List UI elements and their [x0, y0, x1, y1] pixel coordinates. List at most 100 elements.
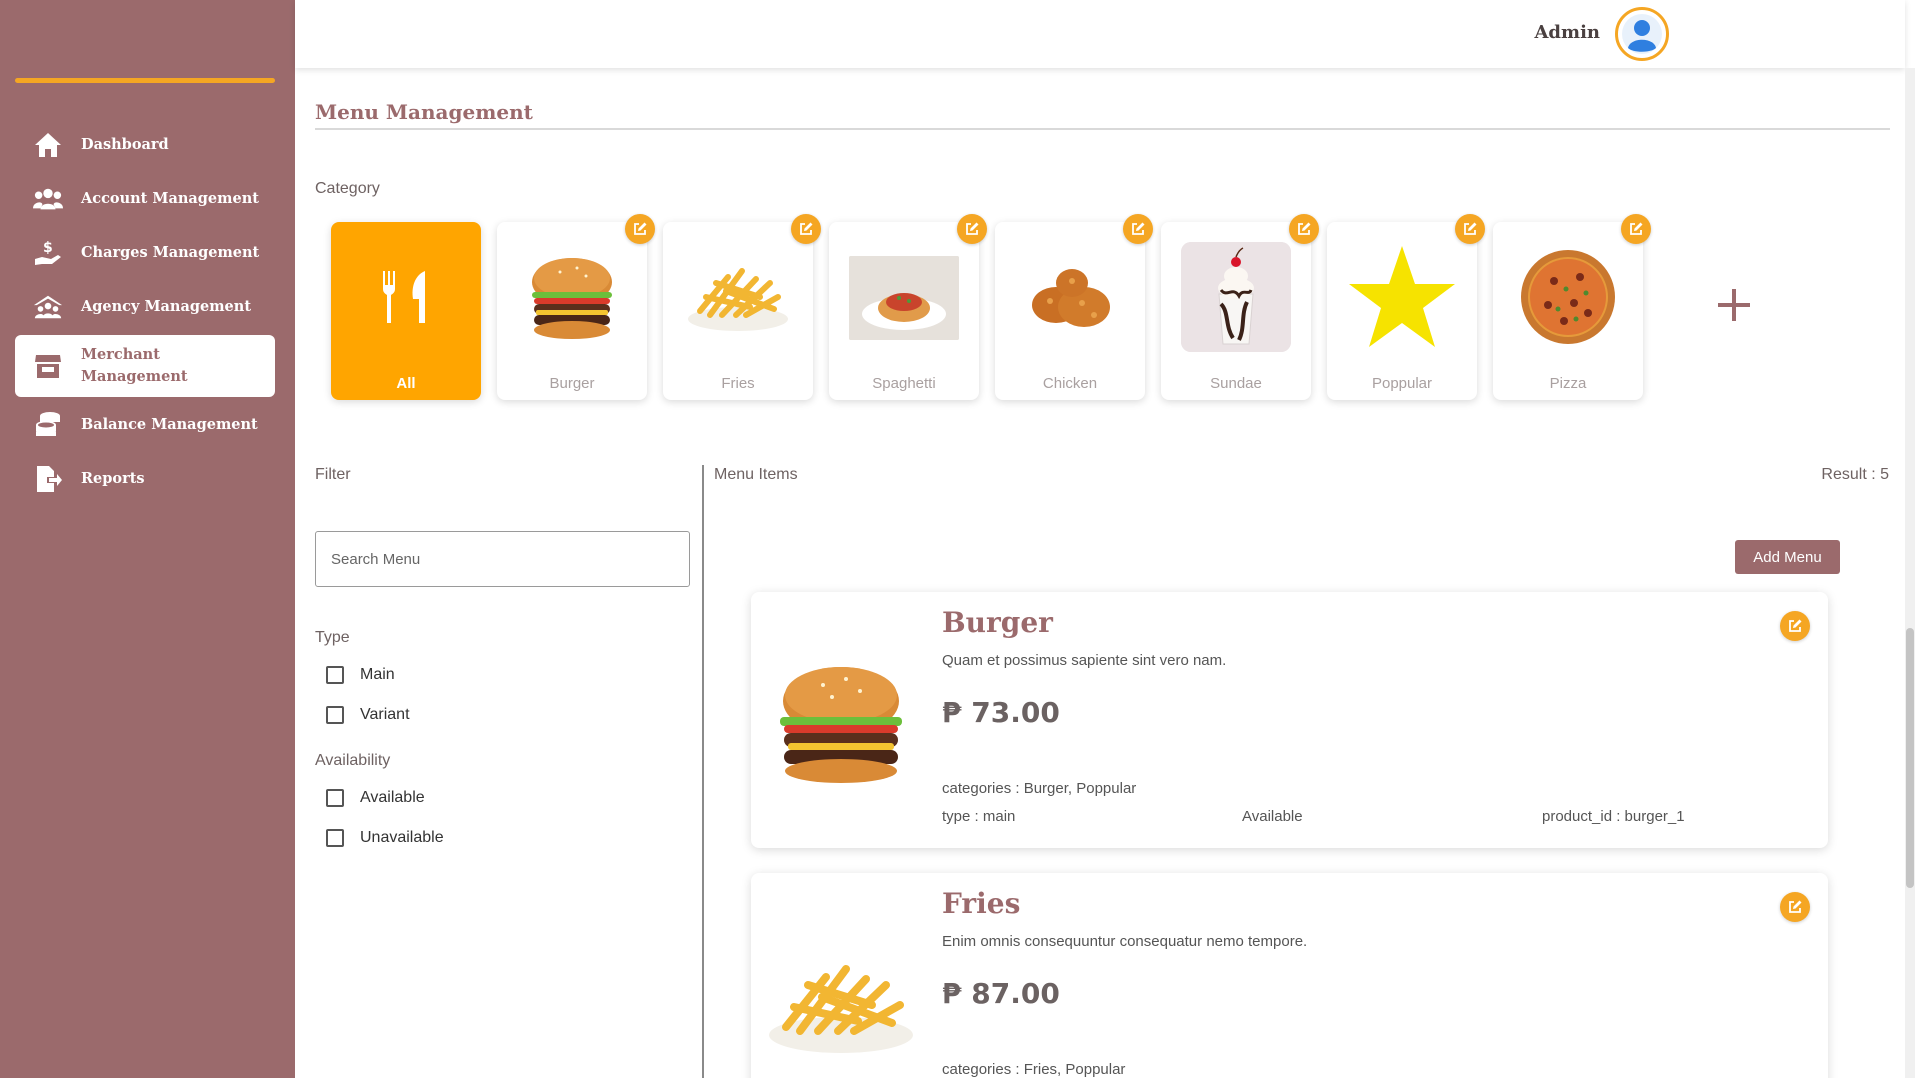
availability-label: Availability: [315, 752, 391, 769]
menu-item-card[interactable]: Burger Quam et possimus sapiente sint ve…: [751, 592, 1828, 848]
sidebar-item-label: Balance Management: [81, 416, 258, 433]
checkbox-label: Variant: [360, 706, 410, 723]
availability-unavailable-checkbox[interactable]: Unavailable: [326, 829, 444, 847]
utensils-icon: [351, 242, 461, 352]
category-name: Pizza: [1549, 375, 1587, 392]
store-icon: [33, 351, 63, 381]
home-icon: [33, 130, 63, 160]
edit-icon: [1132, 222, 1145, 235]
title-divider: [315, 128, 1890, 130]
checkbox[interactable]: [326, 666, 344, 684]
user-avatar-icon: [1622, 14, 1662, 54]
edit-menu-item-button[interactable]: [1780, 892, 1810, 922]
category-name: Poppular: [1371, 375, 1433, 392]
hand-dollar-icon: $: [33, 238, 63, 268]
menu-item-price: ₱ 73.00: [942, 696, 1060, 729]
sidebar-item-agency-management[interactable]: Agency Management: [15, 280, 275, 334]
search-menu-input[interactable]: [315, 531, 690, 587]
filter-divider: [702, 465, 704, 1078]
sidebar-item-label: Merchant Management: [81, 346, 188, 385]
category-name: Sundae: [1210, 375, 1262, 392]
sidebar-divider: [15, 78, 275, 83]
edit-icon: [1298, 222, 1311, 235]
sundae-image: [1181, 242, 1291, 352]
pizza-image: [1513, 242, 1623, 352]
menu-items-label: Menu Items: [714, 466, 798, 483]
spaghetti-image: [849, 256, 959, 340]
edit-category-button[interactable]: [957, 214, 987, 244]
edit-icon: [1630, 222, 1643, 235]
edit-icon: [966, 222, 979, 235]
edit-category-button[interactable]: [791, 214, 821, 244]
menu-item-description: Quam et possimus sapiente sint vero nam.: [942, 652, 1227, 669]
top-bar: Admin: [295, 0, 1905, 68]
plus-icon: [1718, 289, 1750, 321]
edit-icon: [800, 222, 813, 235]
checkbox[interactable]: [326, 706, 344, 724]
category-card-chicken[interactable]: Chicken: [995, 214, 1153, 400]
chicken-image: [1015, 242, 1125, 352]
edit-category-button[interactable]: [625, 214, 655, 244]
edit-category-button[interactable]: [1289, 214, 1319, 244]
sidebar-item-balance-management[interactable]: Balance Management: [15, 398, 275, 452]
agency-icon: [33, 292, 63, 322]
menu-item-card[interactable]: Fries Enim omnis consequuntur consequatu…: [751, 873, 1828, 1078]
users-icon: [33, 184, 63, 214]
type-variant-checkbox[interactable]: Variant: [326, 706, 410, 724]
category-card-sundae[interactable]: Sundae: [1161, 214, 1319, 400]
sidebar-item-label: Reports: [81, 470, 145, 487]
availability-available-checkbox[interactable]: Available: [326, 789, 425, 807]
sidebar-item-account-management[interactable]: Account Management: [15, 172, 275, 226]
category-card-burger[interactable]: Burger: [497, 214, 655, 400]
category-card-all[interactable]: All: [331, 222, 481, 400]
add-menu-button[interactable]: Add Menu: [1735, 540, 1840, 574]
result-count: Result : 5: [1821, 466, 1889, 483]
edit-category-button[interactable]: [1123, 214, 1153, 244]
sidebar: Dashboard Account Management $ Charges M…: [0, 0, 295, 1078]
logo-area: [0, 0, 295, 80]
fries-image: [683, 242, 793, 352]
category-card-pizza[interactable]: Pizza: [1493, 214, 1651, 400]
category-name: Chicken: [1042, 375, 1098, 392]
checkbox-label: Unavailable: [360, 829, 444, 846]
category-card-poppular[interactable]: Poppular: [1327, 214, 1485, 400]
category-card-fries[interactable]: Fries: [663, 214, 821, 400]
type-main-checkbox[interactable]: Main: [326, 666, 395, 684]
sidebar-item-charges-management[interactable]: $ Charges Management: [15, 226, 275, 280]
type-label: Type: [315, 629, 350, 646]
sidebar-item-reports[interactable]: Reports: [15, 452, 275, 506]
edit-icon: [634, 222, 647, 235]
scrollbar-thumb[interactable]: [1906, 628, 1914, 888]
report-export-icon: [33, 464, 63, 494]
category-list: All Burger Fries Spaghetti Chicken Sunda…: [331, 214, 1651, 400]
filter-label: Filter: [315, 466, 351, 483]
star-icon: [1347, 242, 1457, 352]
category-name: Fries: [721, 375, 755, 392]
add-category-button[interactable]: [1712, 283, 1756, 327]
category-card-spaghetti[interactable]: Spaghetti: [829, 214, 987, 400]
edit-icon: [1789, 900, 1802, 913]
checkbox[interactable]: [326, 789, 344, 807]
menu-item-categories: categories : Fries, Poppular: [942, 1061, 1126, 1078]
category-label: Category: [315, 180, 380, 197]
page-title: Menu Management: [315, 100, 533, 124]
sidebar-item-label: Charges Management: [81, 244, 260, 261]
avatar[interactable]: [1615, 7, 1669, 61]
svg-text:$: $: [43, 240, 53, 256]
category-name: Spaghetti: [872, 375, 936, 392]
menu-item-type: type : main: [942, 808, 1016, 825]
edit-category-button[interactable]: [1621, 214, 1651, 244]
menu-item-availability: Available: [1242, 808, 1303, 825]
checkbox-label: Available: [360, 789, 425, 806]
category-name: Burger: [549, 375, 595, 392]
sidebar-item-label: Agency Management: [81, 298, 252, 315]
sidebar-item-merchant-management[interactable]: Merchant Management: [15, 335, 275, 397]
sidebar-item-label: Account Management: [81, 190, 259, 207]
menu-item-product-id: product_id : burger_1: [1542, 808, 1685, 825]
menu-item-description: Enim omnis consequuntur consequatur nemo…: [942, 933, 1308, 950]
edit-menu-item-button[interactable]: [1780, 611, 1810, 641]
page-scrollbar[interactable]: [1905, 68, 1915, 1078]
checkbox[interactable]: [326, 829, 344, 847]
sidebar-item-dashboard[interactable]: Dashboard: [15, 118, 275, 172]
edit-category-button[interactable]: [1455, 214, 1485, 244]
